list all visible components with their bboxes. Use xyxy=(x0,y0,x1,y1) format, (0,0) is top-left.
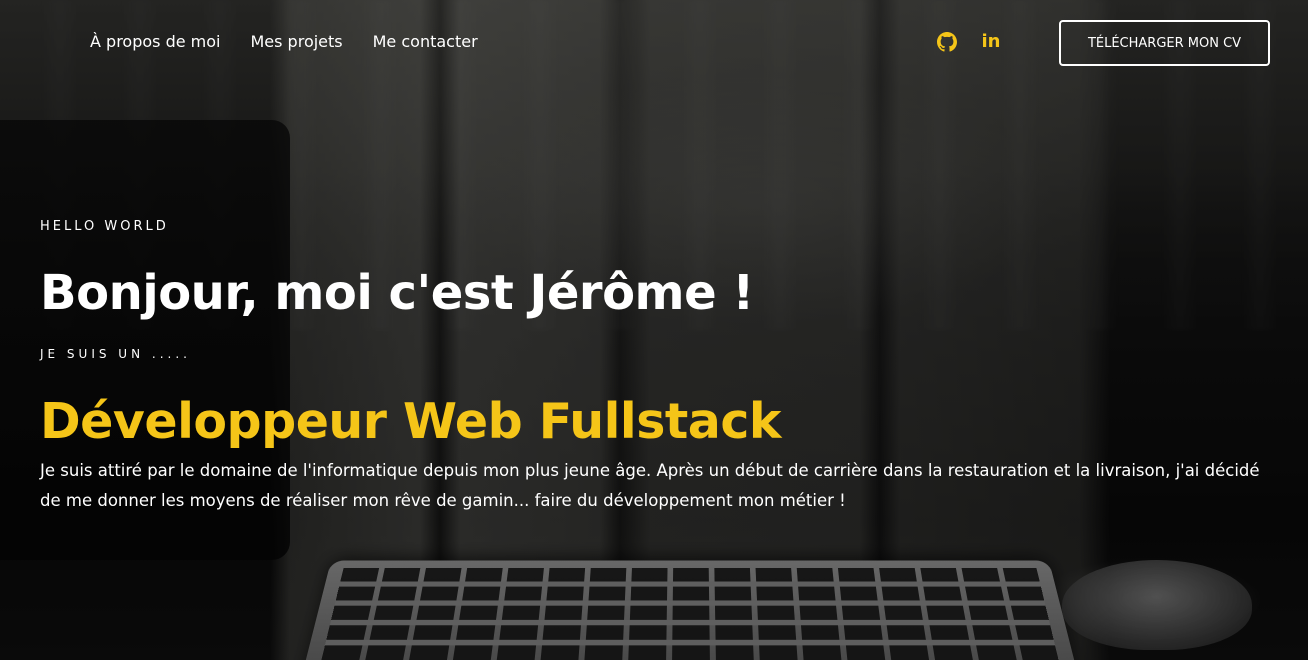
nav-link-contact[interactable]: Me contacter xyxy=(373,32,478,51)
nav-links: À propos de moi Mes projets Me contacter xyxy=(90,32,478,51)
hero-intro: Je suis attiré par le domaine de l'infor… xyxy=(40,461,1260,510)
background-overlay xyxy=(0,0,1308,660)
nav-link-projects[interactable]: Mes projets xyxy=(250,32,342,51)
linkedin-icon: in xyxy=(981,31,1001,52)
github-icon xyxy=(937,32,957,52)
hero-subtitle: JE SUIS UN ..... xyxy=(40,347,191,361)
download-cv-button[interactable]: TÉLÉCHARGER MON CV xyxy=(1059,20,1270,66)
hero-eyebrow: HELLO WORLD xyxy=(40,219,169,234)
hero-role: Développeur Web Fullstack xyxy=(40,393,782,450)
social-links: in xyxy=(936,31,1002,53)
github-link[interactable] xyxy=(936,31,958,53)
top-navigation: À propos de moi Mes projets Me contacter… xyxy=(0,0,1308,86)
hero-title: Bonjour, moi c'est Jérôme ! xyxy=(40,265,754,321)
hero-section: À propos de moi Mes projets Me contacter… xyxy=(0,0,1308,660)
nav-link-about[interactable]: À propos de moi xyxy=(90,32,220,51)
linkedin-link[interactable]: in xyxy=(980,31,1002,53)
